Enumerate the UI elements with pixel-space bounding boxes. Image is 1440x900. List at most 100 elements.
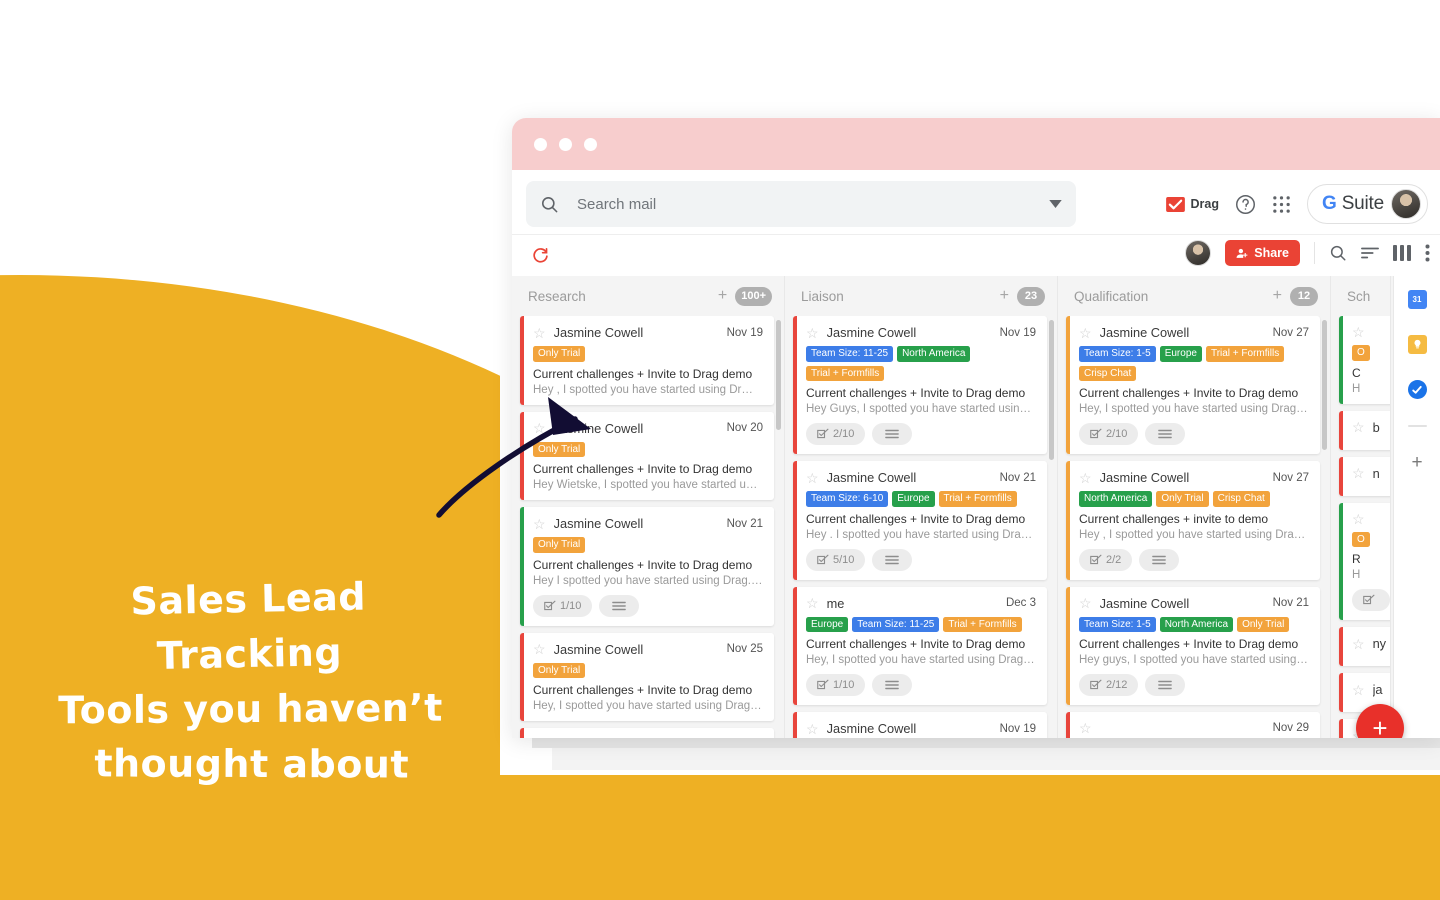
star-icon[interactable]: ☆ <box>1352 325 1365 339</box>
star-icon[interactable]: ☆ <box>1352 512 1365 526</box>
card-tag[interactable]: Team Size: 1-5 <box>1079 616 1156 632</box>
card-tag[interactable]: Trial + Formfills <box>938 491 1017 507</box>
chevron-down-icon[interactable] <box>1049 200 1062 208</box>
column-card-list[interactable]: ☆ Jasmine Cowell Nov 19 Team Size: 11-25 Nor… <box>785 316 1057 738</box>
board-card[interactable]: ☆ Jasmine Cowell Nov 25 Only Trial Current c… <box>520 632 774 721</box>
column-scrollbar[interactable] <box>776 320 781 430</box>
star-icon[interactable]: ☆ <box>533 326 546 340</box>
column-add-card-button[interactable]: + <box>1000 288 1009 304</box>
checklist-chip[interactable] <box>1352 589 1390 611</box>
board-card[interactable]: ☆Nov 29Only TrialAutomation ReplyRe: You… <box>1066 712 1320 738</box>
filter-sort-icon[interactable] <box>1361 246 1379 260</box>
card-tag[interactable]: Team Size: 1-5 <box>1079 346 1156 362</box>
board-card[interactable]: ☆ O C H <box>1339 316 1390 404</box>
card-tag[interactable]: Trial + Formfills <box>1205 346 1285 362</box>
card-tag[interactable]: Europe <box>1159 346 1202 362</box>
notes-chip[interactable] <box>1145 674 1186 696</box>
star-icon[interactable]: ☆ <box>1079 721 1092 735</box>
checklist-chip[interactable]: 2/10 <box>806 423 866 445</box>
star-icon[interactable]: ☆ <box>1352 466 1365 480</box>
card-tag[interactable]: Only Trial <box>533 537 586 553</box>
star-icon[interactable]: ☆ <box>1352 420 1365 434</box>
card-tag[interactable]: Team Size: 6-10 <box>806 491 889 507</box>
window-minimize-dot[interactable] <box>559 137 572 151</box>
board-card[interactable]: ☆Jasmine CowellNov 19Team Size: 11-25Nor… <box>793 316 1047 454</box>
gsuite-account-pill[interactable]: G Suite <box>1307 184 1428 224</box>
notes-chip[interactable] <box>1139 548 1180 571</box>
board-card[interactable]: ☆ n <box>1339 456 1390 496</box>
card-tag[interactable]: Europe <box>806 616 849 632</box>
search-icon[interactable] <box>1329 244 1347 262</box>
column-scrollbar[interactable] <box>1049 320 1054 460</box>
board-column[interactable]: Research +100+ ☆ Jasmine Cowell Nov 19 Only T… <box>512 276 785 738</box>
board-card[interactable]: ☆ Jasmine Cowell Nov 19 Only Trial Current c… <box>520 316 774 405</box>
board-card[interactable]: ☆ me Dec 3 Europe Team Size: 11-25 Trial + Fo… <box>793 586 1047 705</box>
star-icon[interactable]: ☆ <box>806 326 819 340</box>
checklist-chip[interactable]: 5/10 <box>806 548 866 571</box>
board-column[interactable]: Qualification +12 ☆ Jasmine Cowell Nov 27 Tea… <box>1058 276 1331 738</box>
notes-chip[interactable] <box>872 548 913 571</box>
board-column[interactable]: Liaison +23 ☆ Jasmine Cowell Nov 19 Team Size… <box>785 276 1058 738</box>
share-button[interactable]: Share <box>1225 240 1300 266</box>
star-icon[interactable]: ☆ <box>806 722 819 736</box>
card-tag[interactable]: Trial + Formfills <box>806 365 885 381</box>
google-tasks-icon[interactable] <box>1407 380 1427 399</box>
card-tag[interactable]: Europe <box>892 491 935 507</box>
card-tag[interactable]: Team Size: 11-25 <box>852 616 940 632</box>
window-maximize-dot[interactable] <box>584 137 597 151</box>
star-icon[interactable]: ☆ <box>1352 637 1365 651</box>
card-tag[interactable]: Only Trial <box>1237 616 1290 632</box>
drag-extension-button[interactable]: Drag <box>1165 196 1219 212</box>
card-tag[interactable]: Only Trial <box>533 346 586 362</box>
star-icon[interactable]: ☆ <box>806 596 819 610</box>
google-calendar-icon[interactable]: 31 <box>1407 290 1427 309</box>
card-tag[interactable]: Trial + Formfills <box>943 616 1022 632</box>
card-tag[interactable]: North America <box>1159 616 1234 632</box>
checklist-chip[interactable]: 2/2 <box>1079 548 1133 571</box>
card-tag[interactable]: North America <box>1079 491 1153 507</box>
board-card[interactable]: ☆ Jasmine Cowell Nov 21 Team Size: 1-5 North… <box>1066 586 1320 705</box>
board-owner-avatar[interactable] <box>1185 240 1212 266</box>
star-icon[interactable]: ☆ <box>1079 471 1092 485</box>
star-icon[interactable]: ☆ <box>1079 596 1092 610</box>
refresh-icon[interactable] <box>532 247 549 264</box>
checklist-chip[interactable]: 1/10 <box>533 594 593 617</box>
board-card[interactable]: ☆Jasmine CowellNov 19Team Size: 11-25Nor… <box>793 712 1047 738</box>
google-keep-icon[interactable] <box>1407 335 1427 354</box>
star-icon[interactable]: ☆ <box>1079 326 1092 340</box>
checklist-chip[interactable]: 2/10 <box>1079 423 1139 445</box>
star-icon[interactable]: ☆ <box>533 517 546 531</box>
board-card[interactable]: ☆ b <box>1339 410 1390 450</box>
column-add-card-button[interactable]: + <box>718 288 727 304</box>
star-icon[interactable]: ☆ <box>533 642 546 656</box>
help-circle-icon[interactable] <box>1235 194 1256 215</box>
notes-chip[interactable] <box>872 423 913 445</box>
checklist-chip[interactable]: 2/12 <box>1079 674 1139 696</box>
account-avatar[interactable] <box>1391 189 1421 219</box>
column-card-list[interactable]: ☆ Jasmine Cowell Nov 19 Only Trial Current c… <box>512 316 784 738</box>
star-icon[interactable]: ☆ <box>533 421 546 435</box>
board-column[interactable]: Sch☆OCH☆b☆n☆ORH☆ny☆ja☆m <box>1331 276 1391 738</box>
notes-chip[interactable] <box>1145 423 1186 445</box>
column-card-list[interactable]: ☆ Jasmine Cowell Nov 27 Team Size: 1-5 Europ… <box>1058 316 1330 738</box>
card-tag[interactable]: Only Trial <box>533 441 586 457</box>
column-card-list[interactable]: ☆OCH☆b☆n☆ORH☆ny☆ja☆m <box>1331 316 1390 738</box>
notes-chip[interactable] <box>872 674 913 696</box>
more-vertical-icon[interactable] <box>1425 244 1430 262</box>
notes-chip[interactable] <box>599 594 640 617</box>
add-addon-plus-icon[interactable]: + <box>1411 453 1422 472</box>
board-columns[interactable]: Research +100+ ☆ Jasmine Cowell Nov 19 Only T… <box>512 276 1393 738</box>
card-tag[interactable]: Crisp Chat <box>1079 365 1137 381</box>
search-bar[interactable] <box>526 181 1076 227</box>
star-icon[interactable]: ☆ <box>1352 683 1365 697</box>
star-icon[interactable]: ☆ <box>533 738 546 739</box>
card-tag[interactable]: O <box>1352 345 1370 361</box>
star-icon[interactable]: ☆ <box>806 471 819 485</box>
board-card[interactable]: ☆Jasmine CowellNov 25Only Trial <box>520 728 774 738</box>
apps-grid-icon[interactable] <box>1272 195 1291 214</box>
column-scrollbar[interactable] <box>1322 320 1327 450</box>
columns-view-icon[interactable] <box>1393 245 1411 261</box>
column-add-card-button[interactable]: + <box>1273 288 1282 304</box>
board-card[interactable]: ☆ Jasmine Cowell Nov 21 Only Trial Current c… <box>520 507 774 626</box>
card-tag[interactable]: Team Size: 11-25 <box>806 346 894 362</box>
